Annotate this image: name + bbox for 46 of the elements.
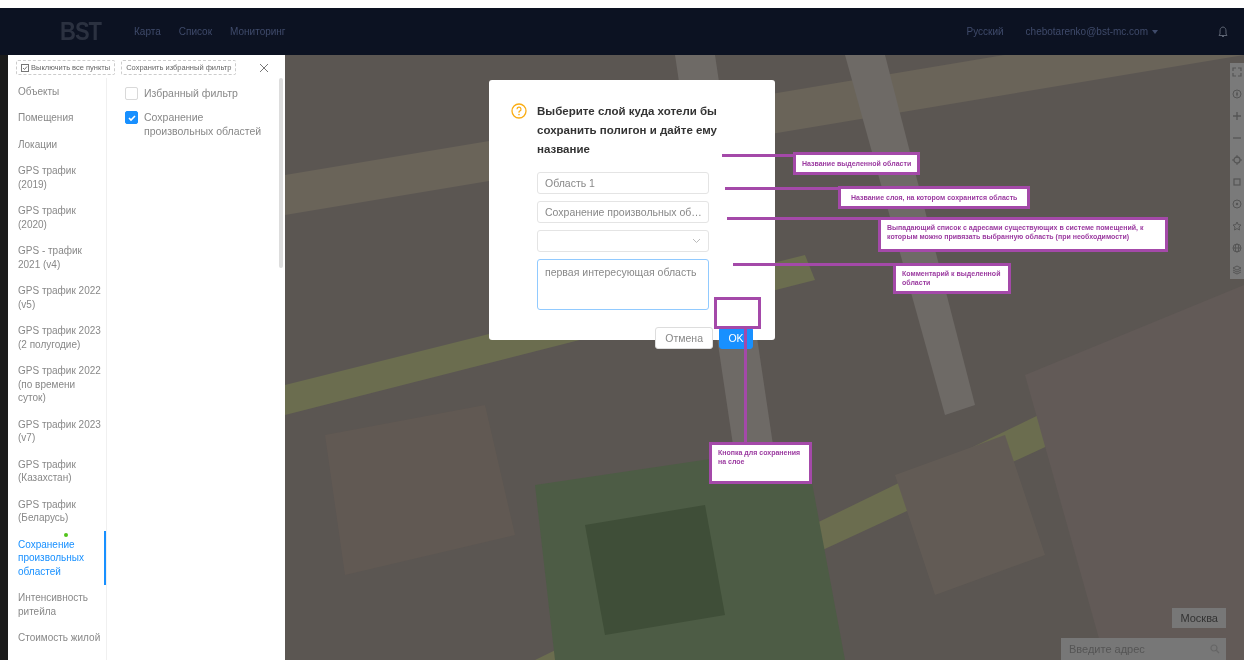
checkbox[interactable] bbox=[125, 111, 138, 124]
leader-line bbox=[722, 154, 793, 157]
locate-icon[interactable] bbox=[1232, 199, 1242, 209]
city-button[interactable]: Москва bbox=[1172, 608, 1226, 628]
category-item[interactable]: GPS трафик (Казахстан) bbox=[8, 451, 106, 491]
nav-link[interactable]: Мониторинг bbox=[230, 26, 286, 37]
category-item[interactable]: GPS трафик (Беларусь) bbox=[8, 491, 106, 531]
category-item[interactable]: GPS трафик (2020) bbox=[8, 197, 106, 238]
nav-link[interactable]: Карта bbox=[134, 26, 161, 37]
bell-icon[interactable] bbox=[1218, 25, 1228, 38]
category-item[interactable]: GPS - трафик 2021 (v4) bbox=[8, 237, 106, 278]
checkbox-label: Избранный фильтр bbox=[144, 86, 238, 100]
category-item[interactable]: Стоимость жилой bbox=[8, 624, 106, 651]
close-icon[interactable] bbox=[259, 62, 269, 73]
question-icon bbox=[511, 103, 527, 119]
category-item[interactable]: Локации bbox=[8, 131, 106, 158]
globe-icon[interactable] bbox=[1232, 243, 1242, 253]
nav-link[interactable]: Список bbox=[178, 26, 213, 37]
category-item[interactable]: GPS трафик 2023 (v7) bbox=[8, 411, 106, 451]
target-icon[interactable] bbox=[1232, 155, 1242, 165]
language-menu[interactable]: Русский bbox=[966, 26, 1004, 37]
plus-icon[interactable] bbox=[1232, 111, 1242, 121]
address-select[interactable] bbox=[537, 230, 709, 252]
category-item[interactable]: Помещения bbox=[8, 104, 106, 131]
name-field[interactable]: Область 1 bbox=[537, 172, 709, 194]
dialog-title: Выберите слой куда хотели бы сохранить полигон и дайте ему название bbox=[537, 104, 718, 157]
highlight-frame bbox=[714, 297, 761, 329]
caret-icon[interactable] bbox=[1152, 29, 1158, 34]
category-item[interactable]: GPS трафик (2019) bbox=[8, 157, 106, 198]
chevron-down-icon bbox=[692, 238, 701, 244]
category-item[interactable]: Интенсивность ритейла bbox=[8, 584, 106, 625]
category-item[interactable]: GPS трафик 2023 (2 полугодие) bbox=[8, 317, 106, 358]
checkbox-label: Сохранение произвольных областей bbox=[144, 110, 263, 138]
cancel-button[interactable]: Отмена bbox=[655, 327, 713, 349]
crop-icon[interactable] bbox=[1232, 177, 1242, 187]
category-item[interactable]: Объекты bbox=[8, 78, 106, 105]
comment-field[interactable]: первая интересующая область bbox=[537, 259, 709, 310]
layers-icon[interactable] bbox=[1232, 265, 1242, 275]
checkbox-icon bbox=[21, 63, 29, 72]
category-item[interactable]: Сохранение произвольных областей bbox=[8, 531, 106, 585]
category-item[interactable]: GPS трафик 2022 (по времени суток) bbox=[8, 357, 106, 411]
layer-select[interactable]: Сохранение произвольных об… bbox=[537, 201, 709, 223]
category-item[interactable]: GPS трафик 2022 (v5) bbox=[8, 277, 106, 318]
user-menu[interactable]: chebotarenko@bst-mc.com bbox=[1025, 26, 1148, 37]
scrollbar[interactable] bbox=[279, 78, 283, 268]
fullscreen-icon[interactable] bbox=[1232, 67, 1242, 77]
